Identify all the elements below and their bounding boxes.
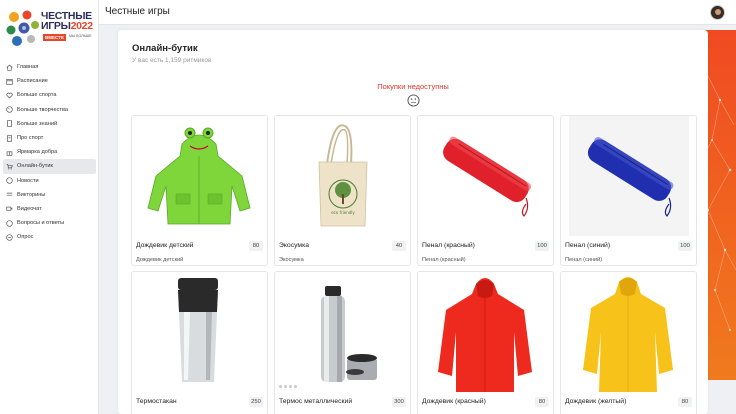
sidebar-item-label: Расписание	[17, 78, 48, 85]
product-price: 250	[249, 397, 263, 407]
sidebar-item-faq[interactable]: Вопросы и ответы	[0, 216, 99, 230]
sidebar-item-label: Больше творчества	[17, 106, 68, 113]
sidebar-item-schedule[interactable]: Расписание	[0, 74, 99, 88]
sidebar-item-label: Опрос	[17, 234, 34, 241]
product-card[interactable]: Пенал (красный) 100 Пенал (красный)	[417, 115, 554, 266]
quiz-icon	[6, 191, 13, 198]
purchases-unavailable-notice: Покупки недоступны	[377, 82, 449, 91]
sidebar-item-poll[interactable]: Опрос	[0, 230, 99, 244]
metal-thermos-image	[275, 272, 410, 392]
document-icon	[6, 134, 13, 142]
product-name: Дождевик (красный)	[422, 398, 486, 405]
red-pencil-case-image	[418, 116, 553, 236]
logo-year: 2022	[70, 20, 93, 32]
product-description: Дождевик детский	[136, 257, 184, 263]
product-card[interactable]: Дождевик (желтый) 80	[560, 271, 697, 414]
sidebar-item-label: Про спорт	[17, 135, 44, 142]
page-title: Онлайн-бутик	[132, 43, 198, 54]
palette-icon	[6, 106, 13, 113]
canvas-tote-bag-image: eco friendly	[275, 116, 410, 236]
sidebar-item-label: Викторины	[17, 191, 46, 198]
product-price: 300	[392, 397, 406, 407]
green-kids-raincoat-image	[132, 116, 267, 236]
video-icon	[6, 205, 13, 212]
product-name: Термостакан	[136, 398, 177, 405]
product-card[interactable]: Дождевик (красный) 80	[417, 271, 554, 414]
sad-face-icon	[407, 94, 420, 107]
product-description: Пенал (красный)	[422, 257, 466, 263]
boutique-panel: Онлайн-бутик У вас есть 1,159 ритмиков П…	[118, 30, 708, 414]
blue-pencil-case-image	[569, 116, 689, 236]
red-raincoat-image	[418, 272, 553, 392]
product-price: 100	[535, 241, 549, 251]
sidebar-item-sport[interactable]: Больше спорта	[0, 88, 99, 102]
sidebar-item-label: Новости	[17, 177, 39, 184]
product-name: Пенал (красный)	[422, 242, 475, 249]
news-icon	[6, 177, 13, 184]
sidebar-nav: Главная Расписание Больше спорта Больше …	[0, 60, 99, 244]
svg-text:eco friendly: eco friendly	[331, 210, 355, 215]
calendar-icon	[6, 78, 13, 85]
thermo-mug-image	[132, 272, 267, 392]
sidebar-item-label: Онлайн-бутик	[17, 163, 53, 170]
sidebar-item-label: Вопросы и ответы	[17, 220, 65, 227]
page-header-title: Честные игры	[105, 6, 170, 17]
book-icon	[6, 120, 13, 127]
product-price: 80	[535, 397, 549, 407]
gift-icon	[6, 149, 13, 156]
sidebar-item-label: Видеочат	[17, 205, 42, 212]
product-price: 100	[678, 241, 692, 251]
product-name: Термос металлический	[279, 398, 353, 405]
sidebar-item-label: Главная	[17, 64, 39, 71]
sidebar-item-creativity[interactable]: Больше творчества	[0, 103, 99, 117]
sidebar-item-charity-fair[interactable]: Ярмарка добра	[0, 145, 99, 159]
sidebar: ЧЕСТНЫЕ ИГРЫ2022 ВМЕСТЕ МЫ БОЛЬШЕ Главна…	[0, 0, 99, 414]
logo-tag: ВМЕСТЕ	[43, 34, 66, 41]
poll-icon	[6, 234, 13, 241]
home-icon	[6, 64, 13, 71]
product-price: 80	[678, 397, 692, 407]
product-card[interactable]: Дождевик детский 80 Дождевик детский	[131, 115, 268, 266]
avatar[interactable]	[710, 5, 725, 20]
question-icon	[6, 220, 13, 227]
product-card[interactable]: Термос металлический 300	[274, 271, 411, 414]
yellow-raincoat-image	[561, 272, 696, 392]
heart-icon	[6, 92, 13, 99]
product-card[interactable]: Пенал (синий) 100 Пенал (синий)	[560, 115, 697, 266]
sidebar-item-quizzes[interactable]: Викторины	[0, 188, 99, 202]
logo[interactable]: ЧЕСТНЫЕ ИГРЫ2022 ВМЕСТЕ МЫ БОЛЬШЕ	[3, 6, 97, 54]
logo-line2: ИГРЫ	[41, 20, 71, 32]
logo-balls-icon	[6, 10, 39, 46]
logo-tag2: МЫ БОЛЬШЕ	[69, 34, 92, 38]
product-description: Экосумка	[279, 257, 304, 263]
product-name: Экосумка	[279, 242, 310, 249]
product-name: Дождевик (желтый)	[565, 398, 627, 405]
image-carousel-dots[interactable]	[279, 385, 297, 388]
sidebar-item-news[interactable]: Новости	[0, 174, 99, 188]
product-price: 40	[392, 241, 406, 251]
sidebar-item-label: Ярмарка добра	[17, 149, 58, 156]
product-name: Пенал (синий)	[565, 242, 611, 249]
top-bar: Честные игры	[99, 0, 736, 25]
sidebar-item-label: Больше знаний	[17, 120, 58, 127]
product-card[interactable]: Термостакан 250	[131, 271, 268, 414]
product-name: Дождевик детский	[136, 242, 194, 249]
cart-icon	[6, 163, 13, 170]
sidebar-item-about-sport[interactable]: Про спорт	[0, 131, 99, 145]
product-price: 80	[249, 241, 263, 251]
balance-text: У вас есть 1,159 ритмиков	[132, 57, 212, 64]
sidebar-item-knowledge[interactable]: Больше знаний	[0, 117, 99, 131]
sidebar-item-online-boutique[interactable]: Онлайн-бутик	[3, 159, 96, 174]
sidebar-item-label: Больше спорта	[17, 92, 57, 99]
sidebar-item-home[interactable]: Главная	[0, 60, 99, 74]
product-description: Пенал (синий)	[565, 257, 603, 263]
sidebar-item-videochat[interactable]: Видеочат	[0, 202, 99, 216]
product-card[interactable]: eco friendly Экосумка 40 Экосумка	[274, 115, 411, 266]
